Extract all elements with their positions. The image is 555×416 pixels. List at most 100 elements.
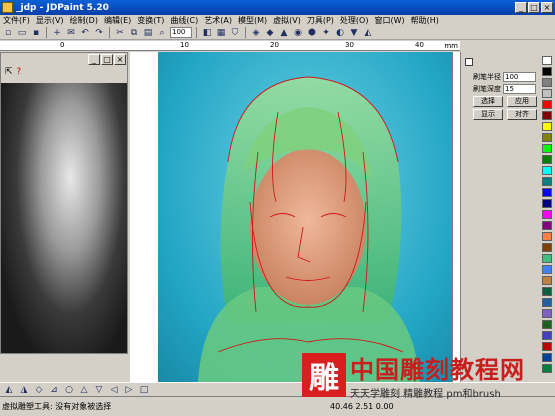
menu-virtual[interactable]: 虚拟(V) <box>270 15 304 26</box>
undo-icon[interactable]: ↶ <box>79 27 91 39</box>
menu-art[interactable]: 艺术(A) <box>201 15 235 26</box>
sculpt-tool-icon-10[interactable]: □ <box>138 384 150 396</box>
new-icon[interactable]: ▫ <box>2 27 14 39</box>
menu-transform[interactable]: 变换(T) <box>134 15 167 26</box>
cube-icon[interactable]: ◧ <box>201 27 213 39</box>
color-swatch[interactable] <box>542 243 552 252</box>
menu-file[interactable]: 文件(F) <box>0 15 33 26</box>
menu-curve[interactable]: 曲线(C) <box>167 15 201 26</box>
color-swatch[interactable] <box>542 122 552 131</box>
brush-depth-label: 刷笔深度 <box>473 85 501 93</box>
tool-icon-7[interactable]: ◐ <box>334 27 346 39</box>
menu-model[interactable]: 模型(M) <box>235 15 270 26</box>
app-icon <box>2 2 13 13</box>
maximize-button[interactable]: □ <box>528 2 540 13</box>
paste-icon[interactable]: ▤ <box>142 27 154 39</box>
open-icon[interactable]: ▭ <box>16 27 28 39</box>
window-title: _jdp - JDPaint 5.20 <box>16 2 109 13</box>
tool-icon-8[interactable]: ▼ <box>348 27 360 39</box>
sculpt-tool-icon-6[interactable]: △ <box>78 384 90 396</box>
color-swatch[interactable] <box>542 78 552 87</box>
color-swatch[interactable] <box>542 111 552 120</box>
menu-edit[interactable]: 编辑(E) <box>101 15 134 26</box>
color-swatch[interactable] <box>542 331 552 340</box>
brush-depth-row: 刷笔深度 <box>473 84 536 94</box>
color-swatch[interactable] <box>542 276 552 285</box>
image-minimize-button[interactable]: _ <box>88 54 100 65</box>
color-swatch[interactable] <box>542 100 552 109</box>
menu-help[interactable]: 帮助(H) <box>408 15 442 26</box>
image-close-button[interactable]: × <box>114 54 126 65</box>
tool-icon-6[interactable]: ✦ <box>320 27 332 39</box>
color-swatch[interactable] <box>542 56 552 65</box>
toolbar-separator <box>196 27 197 38</box>
tool-icon-2[interactable]: ◆ <box>264 27 276 39</box>
color-swatch[interactable] <box>542 210 552 219</box>
grid-icon[interactable]: ▦ <box>215 27 227 39</box>
sculpt-tool-icon-7[interactable]: ▽ <box>93 384 105 396</box>
zoom-icon[interactable]: ⌕ <box>156 27 168 39</box>
sculpt-tool-icon-3[interactable]: ◇ <box>33 384 45 396</box>
sculpt-tool-icon-9[interactable]: ▷ <box>123 384 135 396</box>
cut-icon[interactable]: ✂ <box>114 27 126 39</box>
menu-tool[interactable]: 刀具(P) <box>304 15 337 26</box>
color-swatch[interactable] <box>542 254 552 263</box>
menu-view[interactable]: 显示(V) <box>33 15 67 26</box>
status-text: 虚拟雕塑工具: 没有对象被选择 <box>2 402 112 411</box>
menu-draw[interactable]: 绘制(D) <box>67 15 101 26</box>
color-swatch[interactable] <box>542 320 552 329</box>
tool-icon-4[interactable]: ◉ <box>292 27 304 39</box>
select-button[interactable]: 选择 <box>473 96 503 107</box>
save-icon[interactable]: ▪ <box>30 27 42 39</box>
close-button[interactable]: × <box>541 2 553 13</box>
image-maximize-button[interactable]: □ <box>101 54 113 65</box>
panel-close-icon[interactable] <box>465 58 473 66</box>
color-swatch[interactable] <box>542 232 552 241</box>
watermark-text: 中国雕刻教程网 天天学雕刻 精雕教程 pm和brush <box>350 350 525 400</box>
color-swatch[interactable] <box>542 177 552 186</box>
drawing-canvas[interactable] <box>130 52 460 382</box>
tool-icon-3[interactable]: ▲ <box>278 27 290 39</box>
color-swatch[interactable] <box>542 298 552 307</box>
menu-window[interactable]: 窗口(W) <box>371 15 407 26</box>
color-swatch[interactable] <box>542 199 552 208</box>
sculpt-tool-icon-4[interactable]: ⊿ <box>48 384 60 396</box>
color-swatch[interactable] <box>542 265 552 274</box>
tool-icon-5[interactable]: ⬢ <box>306 27 318 39</box>
main-toolbar: ▫ ▭ ▪ + ✉ ↶ ↷ ✂ ⧉ ▤ ⌕ 100 ◧ ▦ ⛉ ◈ ◆ ▲ ◉ … <box>0 26 555 40</box>
align-button[interactable]: 对齐 <box>507 109 537 120</box>
brush-size-input[interactable] <box>503 72 536 82</box>
redo-icon[interactable]: ↷ <box>93 27 105 39</box>
copy-icon[interactable]: ⧉ <box>128 27 140 39</box>
sculpt-tool-icon-2[interactable]: ◮ <box>18 384 30 396</box>
menu-process[interactable]: 处理(O) <box>337 15 372 26</box>
sculpt-tool-icon-5[interactable]: ○ <box>63 384 75 396</box>
color-swatch[interactable] <box>542 221 552 230</box>
tool-icon-1[interactable]: ◈ <box>250 27 262 39</box>
toolbar-separator <box>245 27 246 38</box>
color-swatch[interactable] <box>542 67 552 76</box>
mail-icon[interactable]: ✉ <box>65 27 77 39</box>
image-window-titlebar: _ □ × <box>1 53 127 65</box>
sculpt-tool-icon-8[interactable]: ◁ <box>108 384 120 396</box>
sculpt-tool-icon-1[interactable]: ◭ <box>3 384 15 396</box>
color-swatch[interactable] <box>542 155 552 164</box>
brush-depth-input[interactable] <box>503 84 536 94</box>
color-swatch[interactable] <box>542 144 552 153</box>
crosshair-icon[interactable]: + <box>51 27 63 39</box>
color-swatch[interactable] <box>542 133 552 142</box>
color-swatch[interactable] <box>542 188 552 197</box>
help-icon[interactable]: ? <box>17 67 22 77</box>
reference-image-window: _ □ × ⇱ ? <box>0 52 128 354</box>
select-icon[interactable]: ⇱ <box>5 67 13 77</box>
minimize-button[interactable]: _ <box>515 2 527 13</box>
color-swatch[interactable] <box>542 309 552 318</box>
tool-icon-9[interactable]: ◭ <box>362 27 374 39</box>
color-swatch[interactable] <box>542 287 552 296</box>
show-button[interactable]: 显示 <box>473 109 503 120</box>
zoom-combo[interactable]: 100 <box>170 27 192 38</box>
color-swatch[interactable] <box>542 166 552 175</box>
apply-button[interactable]: 应用 <box>507 96 537 107</box>
color-swatch[interactable] <box>542 89 552 98</box>
shield-icon[interactable]: ⛉ <box>229 27 241 39</box>
